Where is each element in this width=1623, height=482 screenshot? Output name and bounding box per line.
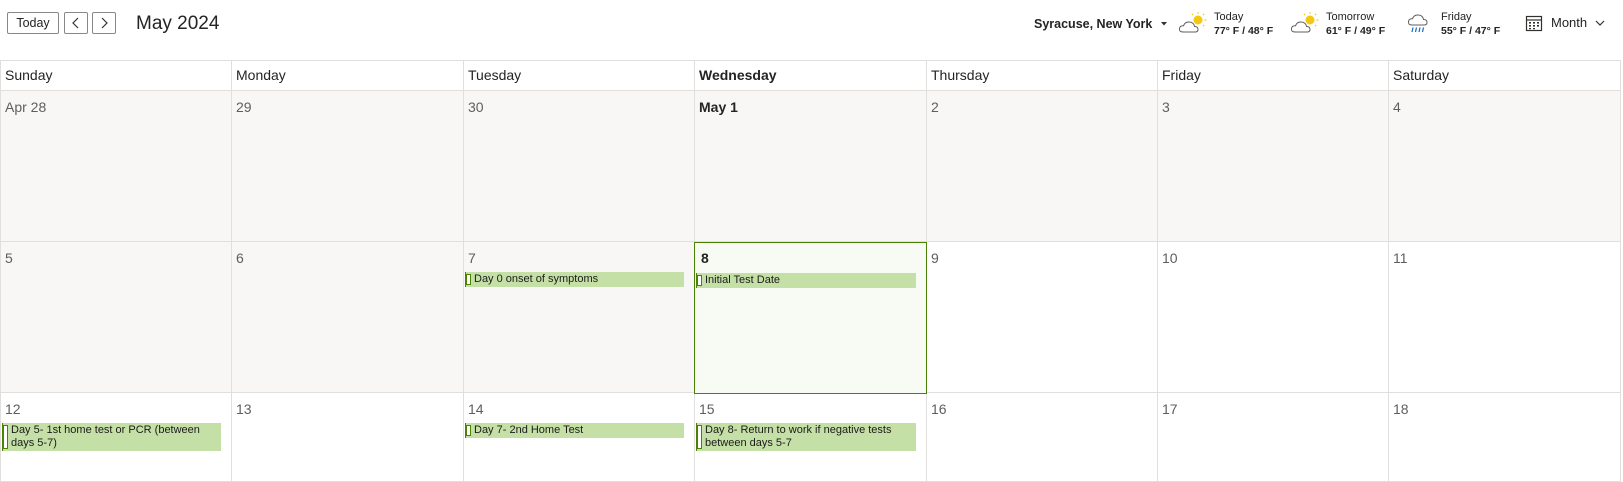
chevron-right-icon bbox=[101, 17, 108, 29]
day-cell[interactable]: 29 bbox=[231, 91, 463, 242]
calendar-event[interactable]: Day 8- Return to work if negative tests … bbox=[696, 423, 916, 451]
next-month-button[interactable] bbox=[92, 12, 116, 34]
day-cell[interactable]: May 1 bbox=[694, 91, 926, 242]
day-number: 14 bbox=[468, 401, 484, 417]
weather-day-label: Friday bbox=[1441, 11, 1472, 23]
day-number: 6 bbox=[236, 250, 244, 266]
day-number: 3 bbox=[1162, 99, 1170, 115]
day-number: 13 bbox=[236, 401, 252, 417]
weather-friday[interactable]: Friday 55° F / 47° F bbox=[1405, 10, 1500, 38]
chevron-left-icon bbox=[72, 17, 79, 29]
day-number: 8 bbox=[701, 250, 709, 266]
day-number: 4 bbox=[1393, 99, 1401, 115]
day-cell[interactable]: 18 bbox=[1388, 393, 1620, 482]
day-cell[interactable]: 9 bbox=[926, 242, 1157, 393]
day-header-wednesday: Wednesday bbox=[694, 61, 926, 90]
weather-tomorrow[interactable]: Tomorrow 61° F / 49° F bbox=[1290, 10, 1385, 38]
rain-icon bbox=[1407, 14, 1428, 33]
weather-temperature: 61° F / 49° F bbox=[1326, 25, 1386, 37]
day-number: Apr 28 bbox=[5, 99, 47, 115]
day-cell[interactable]: 5 bbox=[0, 242, 231, 393]
partly-sunny-icon bbox=[1178, 12, 1207, 33]
calendar-event[interactable]: Initial Test Date bbox=[696, 273, 916, 288]
weather-temperature: 55° F / 47° F bbox=[1441, 25, 1501, 37]
location-label: Syracuse, New York bbox=[1034, 17, 1153, 31]
day-cell[interactable]: 13 bbox=[231, 393, 463, 482]
location-selector[interactable]: Syracuse, New York bbox=[1034, 16, 1168, 32]
day-header-saturday: Saturday bbox=[1388, 61, 1620, 90]
day-cell[interactable]: 3 bbox=[1157, 91, 1388, 242]
day-cell[interactable]: 6 bbox=[231, 242, 463, 393]
day-cell[interactable]: Apr 28 bbox=[0, 91, 231, 242]
day-header-tuesday: Tuesday bbox=[463, 61, 694, 90]
month-title: May 2024 bbox=[136, 13, 220, 34]
day-cell[interactable]: 17 bbox=[1157, 393, 1388, 482]
day-cell[interactable]: 7 Day 0 onset of symptoms bbox=[463, 242, 694, 393]
day-number: 18 bbox=[1393, 401, 1409, 417]
day-cell[interactable]: 30 bbox=[463, 91, 694, 242]
day-number: May 1 bbox=[699, 99, 738, 115]
day-cell[interactable]: 2 bbox=[926, 91, 1157, 242]
day-header-thursday: Thursday bbox=[926, 61, 1157, 90]
day-cell[interactable]: 10 bbox=[1157, 242, 1388, 393]
day-cell[interactable]: 16 bbox=[926, 393, 1157, 482]
weather-day-label: Today bbox=[1214, 11, 1244, 23]
day-cell[interactable]: 12 Day 5- 1st home test or PCR (between d… bbox=[0, 393, 231, 482]
calendar-header: Today May 2024 Syracuse, New York Today … bbox=[0, 0, 1623, 61]
day-cell[interactable]: 15 Day 8- Return to work if negative test… bbox=[694, 393, 926, 482]
day-header-friday: Friday bbox=[1157, 61, 1388, 90]
day-number: 16 bbox=[931, 401, 947, 417]
day-number: 11 bbox=[1393, 250, 1408, 266]
weather-today[interactable]: Today 77° F / 48° F bbox=[1178, 10, 1273, 38]
day-cell[interactable]: 11 bbox=[1388, 242, 1620, 393]
day-cell[interactable]: 14 Day 7- 2nd Home Test bbox=[463, 393, 694, 482]
day-number: 29 bbox=[236, 99, 252, 115]
partly-sunny-icon bbox=[1290, 12, 1319, 33]
day-number: 9 bbox=[931, 250, 939, 266]
day-number: 5 bbox=[5, 250, 13, 266]
today-button[interactable]: Today bbox=[7, 12, 59, 34]
weather-temperature: 77° F / 48° F bbox=[1214, 25, 1274, 37]
day-cell[interactable]: 4 bbox=[1388, 91, 1620, 242]
caret-down-icon bbox=[1161, 22, 1168, 26]
calendar-event[interactable]: Day 0 onset of symptoms bbox=[465, 272, 684, 287]
calendar-event[interactable]: Day 7- 2nd Home Test bbox=[465, 423, 684, 438]
previous-month-button[interactable] bbox=[64, 12, 88, 34]
calendar-month-icon bbox=[1525, 15, 1543, 32]
view-label: Month bbox=[1551, 15, 1588, 30]
day-header-sunday: Sunday bbox=[0, 61, 231, 90]
day-number: 15 bbox=[699, 401, 715, 417]
weather-day-label: Tomorrow bbox=[1326, 11, 1375, 23]
day-of-week-header: Sunday Monday Tuesday Wednesday Thursday Frid… bbox=[0, 61, 1620, 91]
day-number: 2 bbox=[931, 99, 939, 115]
day-number: 30 bbox=[468, 99, 484, 115]
day-number: 17 bbox=[1162, 401, 1178, 417]
calendar-event[interactable]: Day 5- 1st home test or PCR (between day… bbox=[2, 423, 221, 451]
day-cell-today[interactable]: 8 Initial Test Date bbox=[694, 242, 927, 394]
day-number: 12 bbox=[5, 401, 21, 417]
day-number: 10 bbox=[1162, 250, 1178, 266]
view-selector[interactable]: Month bbox=[1525, 14, 1605, 32]
chevron-down-icon bbox=[1595, 20, 1605, 26]
day-number: 7 bbox=[468, 250, 476, 266]
day-header-monday: Monday bbox=[231, 61, 463, 90]
